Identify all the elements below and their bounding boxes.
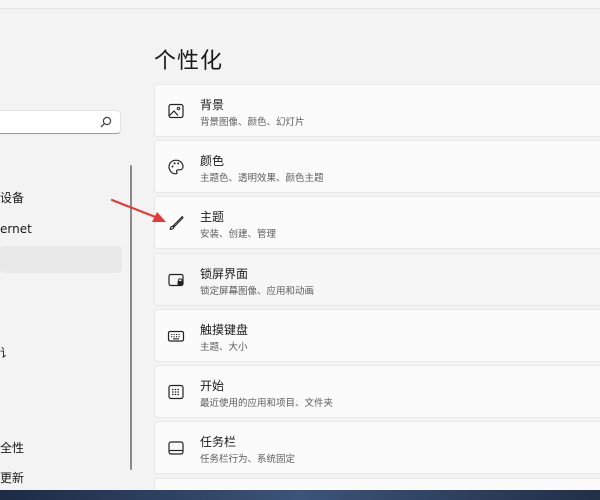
- card-title: 背景: [200, 98, 225, 112]
- start-menu-icon: [168, 384, 184, 400]
- settings-card-start[interactable]: 开始 最近使用的应用和项目、文件夹: [154, 365, 600, 418]
- taskbar-strip: [0, 490, 600, 500]
- card-title: 任务栏: [200, 435, 237, 449]
- card-subtitle: 安装、创建、管理: [200, 229, 277, 240]
- card-title: 主题: [200, 210, 225, 224]
- sidebar-item-windows-update[interactable]: 更新: [0, 465, 24, 491]
- window-top-edge: [0, 0, 600, 9]
- card-title: 锁屏界面: [200, 267, 249, 281]
- card-title: 触摸键盘: [200, 323, 249, 337]
- settings-card-lock-screen[interactable]: 锁屏界面 锁定屏幕图像、应用和动画: [154, 253, 600, 306]
- card-subtitle: 主题色、透明效果、颜色主题: [200, 173, 324, 184]
- card-subtitle: 最近使用的应用和项目、文件夹: [200, 398, 334, 409]
- card-subtitle: 任务栏行为、系统固定: [200, 454, 296, 465]
- image-icon: [168, 103, 184, 119]
- sidebar-item-devices[interactable]: 设备: [0, 185, 24, 211]
- annotation-arrow: [110, 198, 166, 222]
- keyboard-icon: [167, 330, 185, 342]
- lock-screen-icon: [168, 273, 184, 287]
- page-title: 个性化: [154, 49, 224, 74]
- sidebar-item-network-internet[interactable]: ernet: [0, 216, 32, 242]
- taskbar-icon: [168, 441, 184, 455]
- settings-card-taskbar[interactable]: 任务栏 任务栏行为、系统固定: [154, 421, 600, 474]
- search-input[interactable]: [0, 110, 121, 134]
- palette-icon: [168, 159, 184, 175]
- settings-card-touch-keyboard[interactable]: 触摸键盘 主题、大小: [154, 309, 600, 362]
- card-subtitle: 锁定屏幕图像、应用和动画: [200, 286, 315, 297]
- settings-card-background[interactable]: 背景 背景图像、颜色、幻灯片: [154, 84, 600, 137]
- card-subtitle: 背景图像、颜色、幻灯片: [200, 117, 305, 128]
- card-subtitle: 主题、大小: [200, 342, 248, 353]
- settings-card-colors[interactable]: 颜色 主题色、透明效果、颜色主题: [154, 140, 600, 193]
- card-title: 颜色: [200, 154, 225, 168]
- search-icon: [100, 116, 112, 128]
- sidebar-item-time-language[interactable]: 讠: [0, 340, 12, 366]
- card-title: 开始: [200, 379, 225, 393]
- settings-card-partial[interactable]: [154, 478, 600, 490]
- sidebar-item-privacy-security[interactable]: 全性: [0, 435, 24, 461]
- sidebar-item-personalization[interactable]: [0, 246, 122, 273]
- settings-card-themes[interactable]: 主题 安装、创建、管理: [154, 196, 600, 249]
